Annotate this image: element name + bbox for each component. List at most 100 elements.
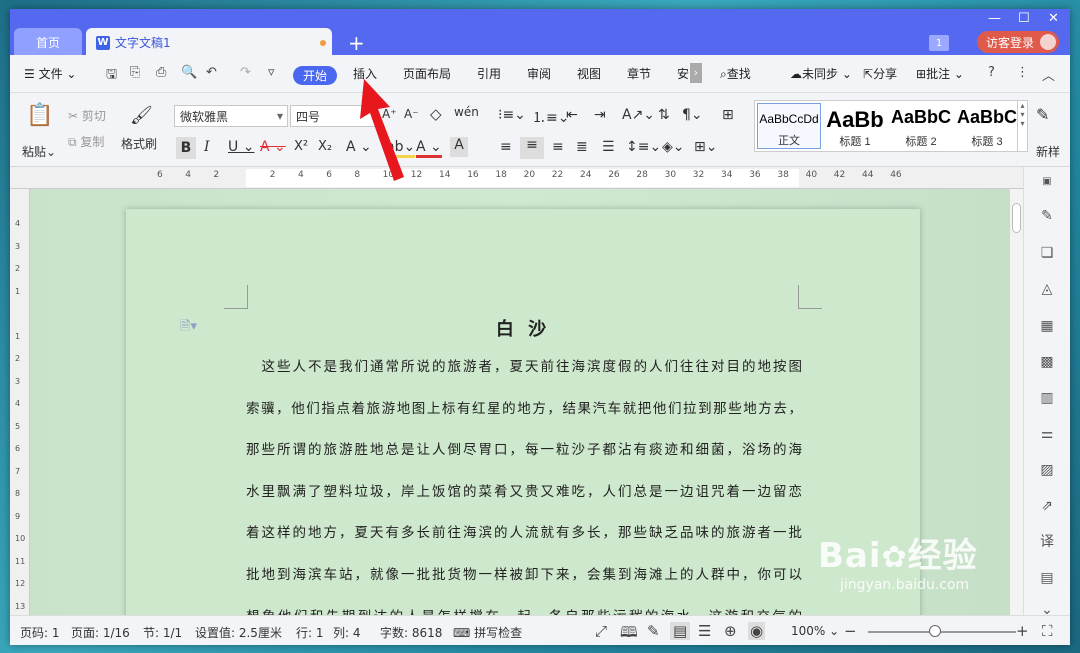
align-right-icon[interactable]: ≡ bbox=[552, 139, 564, 155]
document-page[interactable]: 🗎▾ 白 沙 这些人不是我们通常所说的旅游者，夏天前往海滨度假的人们往往对目的地… bbox=[126, 209, 920, 629]
align-left-icon[interactable]: ≡ bbox=[500, 139, 512, 155]
format-painter-button[interactable]: 格式刷 bbox=[121, 135, 157, 152]
new-style-icon[interactable]: ✎ bbox=[1036, 105, 1049, 124]
quick-access-more-icon[interactable]: ▿ bbox=[268, 65, 275, 80]
print-preview-icon[interactable]: 🔍 bbox=[181, 65, 197, 80]
paste-icon[interactable]: 📋 bbox=[26, 103, 53, 128]
translate-icon[interactable]: 译 bbox=[1038, 533, 1056, 551]
italic-button[interactable]: I bbox=[204, 139, 210, 155]
archive-icon[interactable]: ▤ bbox=[1038, 569, 1056, 587]
comment-button[interactable]: ⊞批注 ⌄ bbox=[916, 65, 964, 82]
distribute-icon[interactable]: ☰ bbox=[602, 139, 615, 155]
write-mode-icon[interactable]: ✎ bbox=[647, 622, 660, 640]
bullet-list-icon[interactable]: ⁝≡⌄ bbox=[498, 107, 526, 123]
zoom-out-icon[interactable]: − bbox=[844, 622, 857, 640]
table-icon[interactable]: ▦ bbox=[1038, 317, 1056, 335]
menu-tab-view[interactable]: 视图 bbox=[577, 65, 601, 82]
status-setting[interactable]: 设置值: 2.5厘米 bbox=[195, 624, 282, 641]
char-shading-button[interactable]: A bbox=[450, 137, 468, 157]
undo-icon[interactable]: ↶ bbox=[206, 65, 217, 80]
format-painter-icon[interactable]: 🖌 bbox=[130, 105, 153, 126]
copy-button[interactable]: ⧉ 复制 bbox=[68, 133, 104, 150]
sync-button[interactable]: ☁未同步 ⌄ bbox=[790, 65, 852, 82]
share-button[interactable]: ⇱分享 bbox=[863, 65, 897, 82]
fit-page-icon[interactable]: ⛶ bbox=[1042, 622, 1053, 640]
justify-icon[interactable]: ≣ bbox=[576, 139, 588, 155]
vertical-scrollbar[interactable] bbox=[1010, 189, 1023, 615]
maximize-icon[interactable]: ☐ bbox=[1018, 11, 1030, 26]
image-icon[interactable]: ▨ bbox=[1038, 461, 1056, 479]
window-count-badge[interactable]: 1 bbox=[929, 35, 949, 51]
minimize-icon[interactable]: — bbox=[988, 11, 1001, 26]
export-icon[interactable]: ⎘ bbox=[130, 65, 140, 80]
more-options-icon[interactable]: ⋮ bbox=[1016, 65, 1029, 80]
style-scroll-icon[interactable]: ▴ ▾ ▾ bbox=[1017, 101, 1027, 151]
style-heading3[interactable]: AaBbC 标题 3 bbox=[955, 103, 1019, 149]
borders-icon[interactable]: ⊞⌄ bbox=[694, 139, 717, 155]
sort-icon[interactable]: ⇅ bbox=[658, 107, 670, 123]
close-icon[interactable]: ✕ bbox=[1048, 11, 1059, 26]
cut-button[interactable]: ✂ 剪切 bbox=[68, 107, 106, 124]
bold-button[interactable]: B bbox=[176, 137, 196, 159]
strikethrough-button[interactable]: A ⌄ bbox=[260, 139, 286, 155]
file-menu[interactable]: ☰ 文件 ⌄ bbox=[24, 65, 76, 82]
paste-button[interactable]: 粘贴⌄ bbox=[22, 143, 56, 160]
shading-icon[interactable]: ◈⌄ bbox=[662, 139, 685, 155]
tab-document[interactable]: W 文字文稿1 bbox=[86, 28, 332, 57]
status-col[interactable]: 列: 4 bbox=[333, 624, 361, 641]
vertical-ruler[interactable]: 4 3 2 1 1 2 3 4 5 6 7 8 9 10 11 12 13 bbox=[10, 189, 30, 615]
web-view-icon[interactable]: ⊕ bbox=[724, 622, 737, 640]
menu-scroll-right-icon[interactable]: › bbox=[690, 63, 702, 83]
increase-indent-icon[interactable]: ⇥ bbox=[594, 107, 606, 123]
font-name-select[interactable]: 微软雅黑 ▾ bbox=[174, 105, 288, 127]
tab-home[interactable]: 首页 bbox=[14, 28, 82, 57]
print-icon[interactable]: ⎙ bbox=[156, 65, 166, 80]
status-page[interactable]: 页面: 1/16 bbox=[71, 624, 130, 641]
zoom-in-icon[interactable]: + bbox=[1016, 622, 1029, 640]
save-icon[interactable]: 🖫 bbox=[106, 65, 117, 87]
show-marks-icon[interactable]: ¶⌄ bbox=[682, 107, 703, 123]
collapse-ribbon-icon[interactable]: ︿ bbox=[1042, 65, 1055, 84]
zoom-slider-knob[interactable] bbox=[929, 625, 941, 637]
horizontal-ruler[interactable]: 6 4 2 2 4 6 8 10 12 14 16 18 20 22 24 26 28 30 32 34 36 38 40 4… bbox=[10, 167, 1023, 189]
settings-sliders-icon[interactable]: ⚌ bbox=[1038, 425, 1056, 443]
clear-format-icon[interactable]: ◇ bbox=[430, 105, 442, 123]
pinyin-icon[interactable]: wén bbox=[454, 105, 479, 119]
help-icon[interactable]: ? bbox=[988, 65, 995, 80]
panel-toggle-icon[interactable]: ▣ bbox=[1038, 173, 1056, 191]
font-color-button[interactable]: A ⌄ bbox=[416, 139, 442, 158]
read-mode-icon[interactable]: 🕮 bbox=[620, 622, 638, 645]
chart-icon[interactable]: ▥ bbox=[1038, 389, 1056, 407]
new-tab-plus-icon[interactable]: + bbox=[348, 31, 365, 55]
align-center-icon[interactable]: ≡ bbox=[520, 137, 544, 159]
style-heading2[interactable]: AaBbC 标题 2 bbox=[889, 103, 953, 149]
superscript-button[interactable]: X² bbox=[294, 139, 308, 154]
underline-button[interactable]: U ⌄ bbox=[228, 139, 254, 155]
status-row[interactable]: 行: 1 bbox=[296, 624, 324, 641]
edit-pen-icon[interactable]: ✎ bbox=[1038, 207, 1056, 225]
menu-tab-start[interactable]: 开始 bbox=[293, 66, 337, 85]
guest-login-button[interactable]: 访客登录 bbox=[977, 31, 1059, 53]
shapes-icon[interactable]: ❏ bbox=[1038, 244, 1056, 262]
redo-icon[interactable]: ↷ bbox=[240, 65, 251, 80]
style-heading1[interactable]: AaBb 标题 1 bbox=[823, 103, 887, 149]
menu-tab-security[interactable]: 安 bbox=[677, 65, 689, 82]
menu-tab-reference[interactable]: 引用 bbox=[477, 65, 501, 82]
menu-tab-review[interactable]: 审阅 bbox=[527, 65, 551, 82]
fill-bucket-icon[interactable]: ◬ bbox=[1038, 280, 1056, 298]
decrease-indent-icon[interactable]: ⇤ bbox=[566, 107, 578, 123]
share-out-icon[interactable]: ⇗ bbox=[1038, 497, 1056, 515]
apps-grid-icon[interactable]: ▩ bbox=[1038, 353, 1056, 371]
line-spacing-icon[interactable]: ↕≡⌄ bbox=[626, 139, 661, 155]
status-page-code[interactable]: 页码: 1 bbox=[20, 624, 60, 641]
eye-protection-icon[interactable]: ◉ bbox=[748, 622, 766, 640]
scrollbar-thumb[interactable] bbox=[1012, 203, 1021, 233]
page-view-icon[interactable]: ▤ bbox=[670, 622, 691, 640]
outline-view-icon[interactable]: ☰ bbox=[698, 622, 711, 640]
menu-tab-chapter[interactable]: 章节 bbox=[627, 65, 651, 82]
subscript-button[interactable]: X₂ bbox=[318, 139, 332, 154]
text-direction-icon[interactable]: A↗⌄ bbox=[622, 107, 655, 123]
spell-check-button[interactable]: ⌨ 拼写检查 bbox=[453, 624, 522, 641]
fullscreen-icon[interactable]: ⤢ bbox=[595, 622, 607, 640]
status-section[interactable]: 节: 1/1 bbox=[143, 624, 182, 641]
